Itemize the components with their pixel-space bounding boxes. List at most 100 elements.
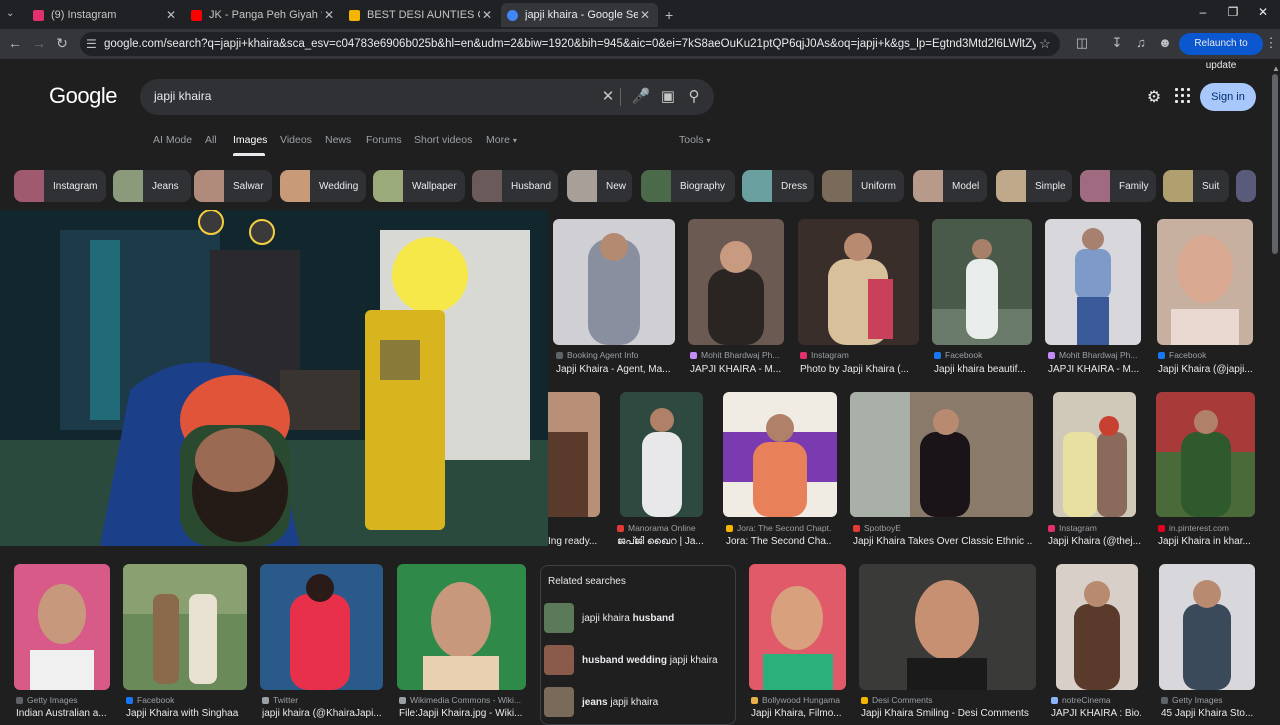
chip-instagram[interactable]: Instagram xyxy=(14,170,106,202)
image-result[interactable] xyxy=(553,219,675,345)
tab-images[interactable]: Images xyxy=(233,134,267,146)
result-caption[interactable]: Japji Khaira with Singhaa xyxy=(126,708,246,719)
chip-model[interactable]: Model xyxy=(913,170,987,202)
forward-icon[interactable]: → xyxy=(29,33,49,53)
result-caption[interactable]: Japji Khaira - Agent, Ma... xyxy=(556,364,674,375)
result-source[interactable]: Booking Agent Info xyxy=(556,350,674,360)
tab-news[interactable]: News xyxy=(325,134,351,146)
tab-videos[interactable]: Videos xyxy=(280,134,312,146)
chip-uniform[interactable]: Uniform xyxy=(822,170,904,202)
result-caption[interactable]: Jora: The Second Cha... xyxy=(726,536,832,547)
result-source[interactable]: SpotboyE xyxy=(853,523,1033,533)
result-caption[interactable]: Ing ready... xyxy=(548,536,608,547)
result-caption[interactable]: Indian Australian a... xyxy=(16,708,110,719)
image-result[interactable] xyxy=(723,392,837,517)
image-result[interactable] xyxy=(1159,564,1255,690)
image-result[interactable] xyxy=(932,219,1032,345)
result-caption[interactable]: Japji Khaira, Filmo... xyxy=(751,708,847,719)
image-result[interactable] xyxy=(123,564,247,690)
result-caption[interactable]: ജപ്ജി ഖൈറ | Ja... xyxy=(617,536,715,547)
result-caption[interactable]: Japji khaira beautif... xyxy=(934,364,1032,375)
chip-family[interactable]: Family xyxy=(1080,170,1156,202)
image-result[interactable] xyxy=(1045,219,1141,345)
result-source[interactable]: in.pinterest.com xyxy=(1158,523,1255,533)
chip-wedding[interactable]: Wedding xyxy=(280,170,366,202)
result-source[interactable]: Manorama Online xyxy=(617,523,715,533)
address-bar[interactable]: ☰ google.com/search?q=japji+khaira&sca_e… xyxy=(80,32,1060,56)
image-result[interactable] xyxy=(688,219,784,345)
result-source[interactable]: Mohit Bhardwaj Ph... xyxy=(1048,350,1142,360)
result-caption[interactable]: 45 Japji Khaira Sto... xyxy=(1161,708,1257,719)
microphone-icon[interactable]: 🎤 xyxy=(631,87,651,107)
extensions-icon[interactable]: ◫ xyxy=(1072,35,1092,53)
chip-salwar[interactable]: Salwar xyxy=(194,170,272,202)
clear-icon[interactable]: ✕ xyxy=(598,87,618,107)
result-caption[interactable]: Japji Khaira (@thej... xyxy=(1048,536,1144,547)
result-source[interactable]: Mohit Bhardwaj Ph... xyxy=(690,350,784,360)
relaunch-button[interactable]: Relaunch to update xyxy=(1179,33,1263,71)
browser-tab-youtube[interactable]: JK - Panga Peh Giyah ***Official ✕ xyxy=(185,3,342,27)
result-caption[interactable]: JAPJI KHAIRA : Bio... xyxy=(1051,708,1141,719)
tab-short-videos[interactable]: Short videos xyxy=(414,134,472,146)
page-scrollbar[interactable] xyxy=(1272,74,1278,254)
tab-forums[interactable]: Forums xyxy=(366,134,402,146)
result-caption[interactable]: File:Japji Khaira.jpg - Wiki... xyxy=(399,708,525,719)
chip-jeans[interactable]: Jeans xyxy=(113,170,191,202)
image-result[interactable] xyxy=(620,392,703,517)
result-source[interactable]: Facebook xyxy=(1158,350,1254,360)
sign-in-button[interactable]: Sign in xyxy=(1200,83,1256,111)
browser-tab-instagram[interactable]: (9) Instagram ✕ xyxy=(27,3,184,27)
close-tab-icon[interactable]: ✕ xyxy=(480,8,494,22)
chip-suit[interactable]: Suit xyxy=(1163,170,1229,202)
result-source[interactable]: Desi Comments xyxy=(861,695,1036,705)
site-info-icon[interactable]: ☰ xyxy=(86,37,102,51)
result-caption[interactable]: Photo by Japji Khaira (... xyxy=(800,364,918,375)
result-caption[interactable]: Japji Khaira in khar... xyxy=(1158,536,1255,547)
image-result[interactable] xyxy=(859,564,1036,690)
image-result[interactable] xyxy=(1156,392,1255,517)
tools-button[interactable]: Tools ▾ xyxy=(679,134,710,146)
google-logo[interactable]: Google xyxy=(49,83,117,109)
search-icon[interactable]: ⚲ xyxy=(684,87,704,107)
result-caption[interactable]: Japji Khaira Takes Over Classic Ethnic .… xyxy=(853,536,1033,547)
settings-gear-icon[interactable]: ⚙ xyxy=(1144,87,1164,107)
media-controls-icon[interactable]: ♫ xyxy=(1131,35,1151,53)
tab-all[interactable]: All xyxy=(205,134,217,146)
search-input[interactable]: japji khaira xyxy=(154,89,211,103)
tab-more[interactable]: More ▾ xyxy=(486,134,517,146)
google-apps-icon[interactable] xyxy=(1175,88,1191,104)
image-result[interactable] xyxy=(548,392,600,517)
chip-new[interactable]: New xyxy=(567,170,632,202)
chip-wallpaper[interactable]: Wallpaper xyxy=(373,170,465,202)
result-source[interactable]: Wikimedia Commons - Wiki... xyxy=(399,695,525,705)
browser-tab-desi-aunties[interactable]: BEST DESI AUNTIES OF ALL TIME ✕ xyxy=(343,3,500,27)
image-result[interactable] xyxy=(1053,392,1136,517)
related-search-item[interactable]: japji khaira husband xyxy=(544,603,674,633)
image-result[interactable] xyxy=(1056,564,1138,690)
image-result[interactable] xyxy=(850,392,1033,517)
result-source[interactable]: Twitter xyxy=(262,695,384,705)
url-text[interactable]: google.com/search?q=japji+khaira&sca_esv… xyxy=(104,38,1036,50)
image-result[interactable] xyxy=(749,564,846,690)
related-search-item[interactable]: husband wedding japji khaira xyxy=(544,645,718,675)
chip-dress[interactable]: Dress xyxy=(742,170,814,202)
result-source[interactable]: Bollywood Hungama xyxy=(751,695,847,705)
close-tab-icon[interactable]: ✕ xyxy=(322,8,336,22)
minimize-icon[interactable]: – xyxy=(1188,5,1218,23)
result-source[interactable]: notreCinema xyxy=(1051,695,1141,705)
result-caption[interactable]: JAPJI KHAIRA - M... xyxy=(1048,364,1142,375)
back-icon[interactable]: ← xyxy=(5,33,25,53)
new-tab-icon[interactable]: + xyxy=(665,7,673,23)
tab-search-icon[interactable]: ⌄ xyxy=(6,8,14,19)
chip-biography[interactable]: Biography xyxy=(641,170,735,202)
scroll-up-icon[interactable]: ▲ xyxy=(1272,64,1280,73)
search-box[interactable]: japji khaira xyxy=(140,79,714,115)
result-caption[interactable]: Japji Khaira (@japji... xyxy=(1158,364,1254,375)
result-source[interactable]: Facebook xyxy=(126,695,246,705)
chrome-menu-icon[interactable]: ⋮ xyxy=(1261,35,1280,53)
result-source[interactable]: Getty Images xyxy=(16,695,110,705)
chip-more[interactable] xyxy=(1236,170,1256,202)
result-caption[interactable]: japji khaira (@KhairaJapi... xyxy=(262,708,384,719)
profile-icon[interactable]: ☻ xyxy=(1155,35,1175,53)
image-result[interactable] xyxy=(14,564,110,690)
